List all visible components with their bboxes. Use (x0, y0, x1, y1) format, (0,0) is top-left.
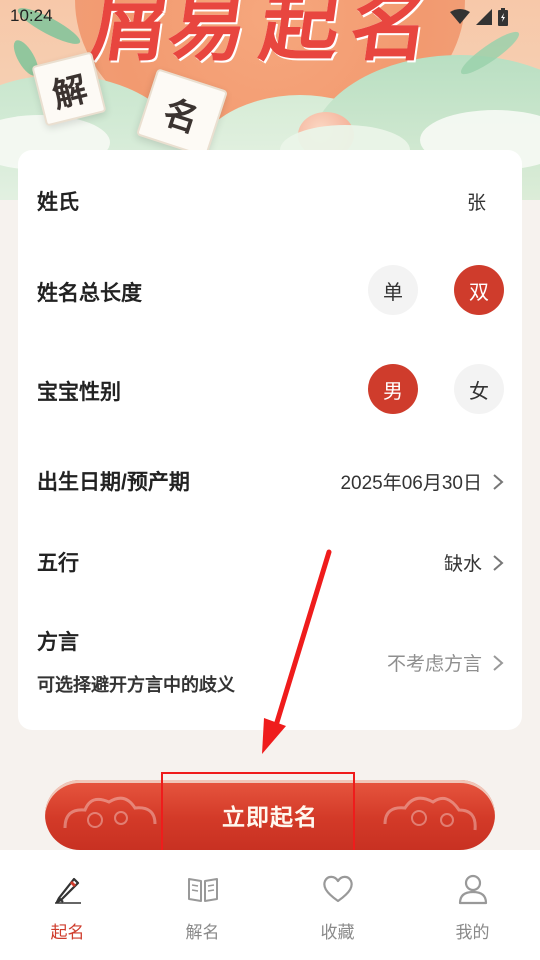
gender-female-option[interactable]: 女 (454, 364, 504, 414)
naming-form-card: 姓氏 张 姓名总长度 单 双 宝宝性别 男 女 出生日期/预产期 2025年06… (18, 150, 522, 730)
user-icon (458, 874, 487, 905)
five-elements-label: 五行 (37, 552, 79, 575)
heart-icon (322, 875, 353, 903)
book-icon (187, 878, 218, 902)
name-length-options: 单 双 (368, 265, 504, 315)
chevron-right-icon (493, 473, 504, 490)
surname-value[interactable]: 张 (467, 188, 486, 215)
gender-male-option[interactable]: 男 (368, 364, 418, 414)
gender-row: 宝宝性别 男 女 (18, 364, 522, 414)
nav-label-profile: 我的 (455, 923, 490, 942)
signal-icon (476, 9, 492, 25)
chevron-right-icon (493, 654, 504, 671)
surname-label: 姓氏 (37, 191, 79, 214)
dialect-sublabel: 可选择避开方言中的歧义 (37, 675, 235, 695)
birth-date-label: 出生日期/预产期 (37, 471, 190, 494)
dialect-value: 不考虑方言 (386, 654, 482, 675)
name-length-single-option[interactable]: 单 (368, 265, 418, 315)
nav-item-naming[interactable]: 起名 (0, 850, 135, 960)
dialect-value-group[interactable]: 不考虑方言 (387, 649, 504, 676)
nav-label-interpret: 解名 (185, 923, 220, 942)
cloud-pattern-icon (383, 796, 477, 831)
nav-item-favorites[interactable]: 收藏 (270, 850, 405, 960)
birth-date-value-group[interactable]: 2025年06月30日 (340, 468, 504, 495)
birth-date-row[interactable]: 出生日期/预产期 2025年06月30日 (18, 460, 522, 500)
battery-icon (498, 8, 508, 26)
dialect-label: 方言 (37, 631, 79, 654)
name-length-double-option[interactable]: 双 (454, 265, 504, 315)
pencil-icon (54, 877, 81, 904)
wifi-icon (450, 9, 470, 24)
cloud-pattern-icon (63, 796, 157, 829)
name-length-row: 姓名总长度 单 双 (18, 265, 522, 315)
dialect-row[interactable]: 方言 可选择避开方言中的歧义 不考虑方言 (18, 622, 522, 702)
gender-label: 宝宝性别 (37, 381, 121, 404)
surname-row[interactable]: 姓氏 张 (18, 178, 522, 228)
nav-label-favorites: 收藏 (320, 923, 355, 942)
app-screen: 屑 易 起 名 解 名 10:24 姓氏 张 姓名总长度 单 双 宝宝性别 男 … (0, 0, 540, 960)
birth-date-value: 2025年06月30日 (340, 473, 482, 494)
status-bar: 10:24 (0, 0, 540, 34)
gender-options: 男 女 (368, 364, 504, 414)
status-icons (450, 8, 508, 26)
chevron-right-icon (493, 554, 504, 571)
bottom-nav: 起名 解名 收藏 我的 (0, 850, 540, 960)
five-elements-value-group[interactable]: 缺水 (444, 549, 504, 576)
five-elements-value: 缺水 (443, 554, 482, 575)
status-time: 10:24 (10, 6, 53, 25)
annotation-highlight-box (161, 772, 355, 859)
nav-item-interpret[interactable]: 解名 (135, 850, 270, 960)
nav-item-profile[interactable]: 我的 (405, 850, 540, 960)
five-elements-row[interactable]: 五行 缺水 (18, 541, 522, 581)
name-length-label: 姓名总长度 (37, 282, 142, 305)
nav-label-naming: 起名 (50, 923, 85, 942)
